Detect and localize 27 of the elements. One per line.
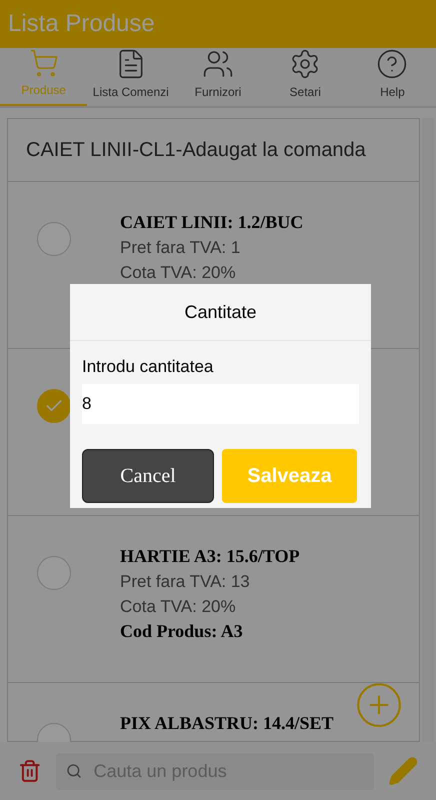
price-text: Pret fara TVA: 13	[120, 571, 251, 593]
select-radio[interactable]	[36, 222, 70, 256]
select-radio[interactable]	[36, 389, 70, 423]
vat-text: Cota TVA: 20%	[120, 262, 237, 284]
field-label: Introdu cantitatea	[82, 356, 214, 378]
dialog-title: Cantitate	[184, 300, 257, 324]
trash-icon[interactable]	[18, 757, 42, 785]
product-code: Cod Produs: A3	[120, 620, 244, 643]
add-button[interactable]	[354, 680, 404, 730]
search-icon	[66, 762, 82, 778]
order-banner-text: CAIET LINII-CL1-Adaugat la comanda	[26, 138, 366, 163]
product-title: PIX ALBASTRU: 14.4/SET	[120, 712, 334, 735]
price-text: Pret fara TVA: 1	[120, 237, 242, 259]
nav-tab[interactable]: Help	[348, 48, 436, 106]
vat-text: Cota TVA: 20%	[120, 596, 237, 618]
plus-icon	[354, 680, 404, 730]
cancel-button[interactable]: Cancel	[82, 448, 214, 502]
header-title: Lista Produse	[8, 9, 155, 39]
people-icon	[202, 48, 234, 80]
nav-tab[interactable]: Furnizori	[174, 48, 262, 106]
select-radio[interactable]	[36, 556, 70, 590]
product-title: HARTIE A3: 15.6/TOP	[120, 545, 300, 568]
nav-tab[interactable]: Setari	[262, 48, 349, 106]
help-icon	[376, 48, 408, 80]
quantity-field[interactable]: 8	[82, 384, 359, 424]
nav-tab[interactable]: Lista Comenzi	[87, 48, 174, 106]
product-title: CAIET LINII: 1.2/BUC	[120, 211, 304, 234]
